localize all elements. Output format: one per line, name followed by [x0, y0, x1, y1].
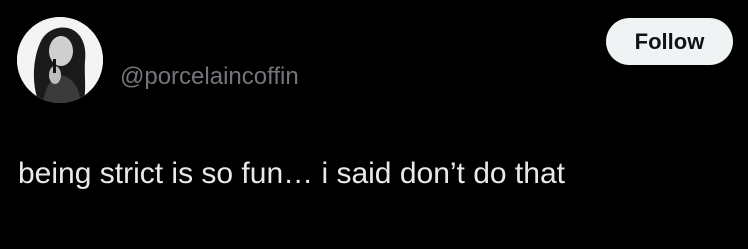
- user-handle[interactable]: @porcelaincoffin: [120, 62, 299, 92]
- avatar[interactable]: [17, 17, 103, 103]
- avatar-photo-icon: [17, 17, 103, 103]
- follow-button[interactable]: Follow: [606, 18, 733, 65]
- tweet-text: being strict is so fun… i said don’t do …: [18, 157, 565, 190]
